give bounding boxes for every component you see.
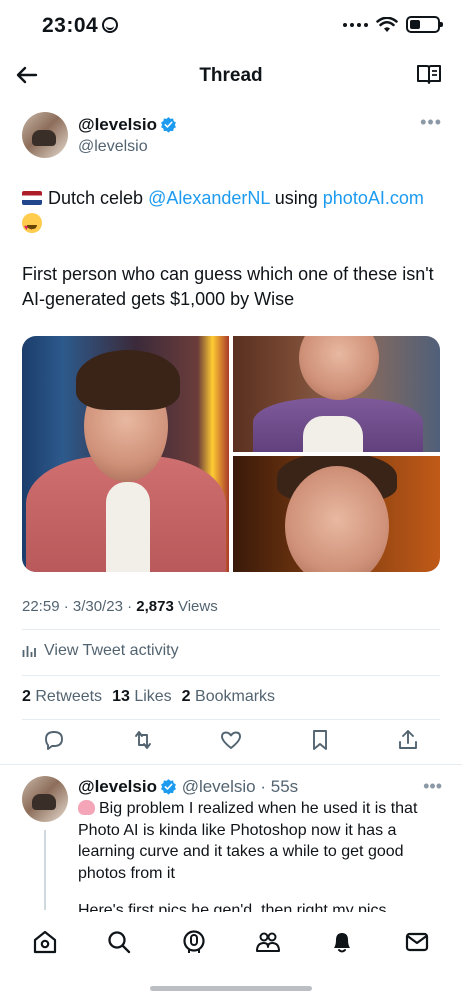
communities-icon[interactable] [255, 929, 281, 955]
view-activity-label: View Tweet activity [44, 642, 179, 659]
notifications-icon[interactable] [329, 929, 355, 955]
thread-line [44, 830, 46, 910]
focus-mode-icon [102, 17, 119, 33]
divider [22, 719, 440, 720]
tweet-actions [22, 728, 440, 756]
more-options-icon[interactable]: ••• [423, 776, 442, 797]
messages-icon[interactable] [404, 929, 430, 955]
bookmarks-label: Bookmarks [195, 688, 276, 705]
spaces-icon[interactable] [181, 929, 207, 955]
verified-badge-icon [161, 779, 176, 795]
share-icon[interactable] [396, 728, 420, 752]
tweet-timestamp: 22:59 · 3/30/23 · 2,873 Views [22, 598, 218, 615]
likes-stat[interactable]: 13 Likes [112, 688, 172, 706]
search-icon[interactable] [106, 929, 132, 955]
views-count: 2,873 [136, 598, 174, 615]
photo[interactable] [233, 336, 440, 452]
tweet-text-part: using [269, 188, 323, 208]
reply-handle-time: @levelsio · 55s [181, 777, 299, 796]
retweets-stat[interactable]: 2 Retweets [22, 688, 102, 706]
author-name-text: @levelsio [78, 115, 157, 134]
retweets-label: Retweets [35, 688, 103, 705]
status-bar: 23:04 [0, 0, 462, 56]
heart-eyes-emoji-icon [22, 213, 42, 240]
verified-badge-icon [161, 117, 176, 133]
bookmarks-stat[interactable]: 2 Bookmarks [182, 688, 275, 706]
tweet-text: Dutch celeb @AlexanderNL using photoAI.c… [22, 186, 442, 240]
author-name[interactable]: @levelsio [78, 115, 177, 135]
retweets-count: 2 [22, 688, 31, 705]
divider [22, 629, 440, 630]
photo[interactable] [22, 336, 229, 572]
home-indicator [150, 986, 312, 991]
view-activity-button[interactable]: View Tweet activity [22, 642, 179, 660]
analytics-icon [22, 646, 36, 657]
battery-icon [406, 16, 443, 33]
bookmarks-count: 2 [181, 688, 191, 705]
tweet-text-part: Dutch celeb [48, 188, 149, 208]
status-time: 23:04 [42, 14, 119, 38]
media-grid [22, 336, 440, 572]
avatar[interactable] [22, 112, 68, 158]
engagement-stats: 2 Retweets 13 Likes 2 Bookmarks [22, 688, 275, 706]
likes-label: Likes [134, 688, 172, 705]
avatar[interactable] [22, 776, 68, 822]
reply-text: Big problem I realized when he used it i… [78, 798, 438, 884]
reply-text-continued: Here's first pics he gen'd, then right m… [78, 902, 387, 912]
reply-author[interactable]: @levelsio @levelsio · 55s [78, 777, 298, 797]
divider [0, 764, 462, 765]
url-link[interactable]: photoAI.com [323, 188, 424, 208]
reader-mode-icon[interactable] [416, 62, 442, 86]
timestamp-text: 22:59 · 3/30/23 · [22, 598, 137, 615]
views-label: Views [173, 598, 218, 615]
brain-emoji-icon [78, 800, 95, 815]
wifi-icon [376, 16, 398, 32]
reply-icon[interactable] [42, 728, 66, 752]
bottom-tab-bar [0, 912, 462, 972]
reply-author-name: @levelsio [78, 777, 157, 796]
thread-header: Thread [0, 56, 462, 94]
tweet-paragraph: First person who can guess which one of … [22, 264, 434, 309]
like-icon[interactable] [219, 728, 243, 752]
bookmark-icon[interactable] [308, 728, 332, 752]
time-label: 23:04 [42, 14, 99, 37]
reply-text-content: Big problem I realized when he used it i… [78, 800, 418, 882]
author-handle[interactable]: @levelsio [78, 138, 148, 156]
cellular-signal-icon [343, 22, 368, 27]
mention-link[interactable]: @AlexanderNL [148, 188, 270, 208]
more-options-icon[interactable]: ••• [420, 112, 442, 133]
home-icon[interactable] [32, 929, 58, 955]
likes-count: 13 [112, 688, 130, 705]
tweet-author[interactable]: @levelsio @levelsio ••• [22, 112, 442, 162]
photo[interactable] [233, 456, 440, 572]
page-title: Thread [199, 65, 263, 86]
retweet-icon[interactable] [131, 728, 155, 752]
netherlands-flag-icon [22, 191, 42, 205]
status-icons [343, 16, 443, 33]
divider [22, 675, 440, 676]
